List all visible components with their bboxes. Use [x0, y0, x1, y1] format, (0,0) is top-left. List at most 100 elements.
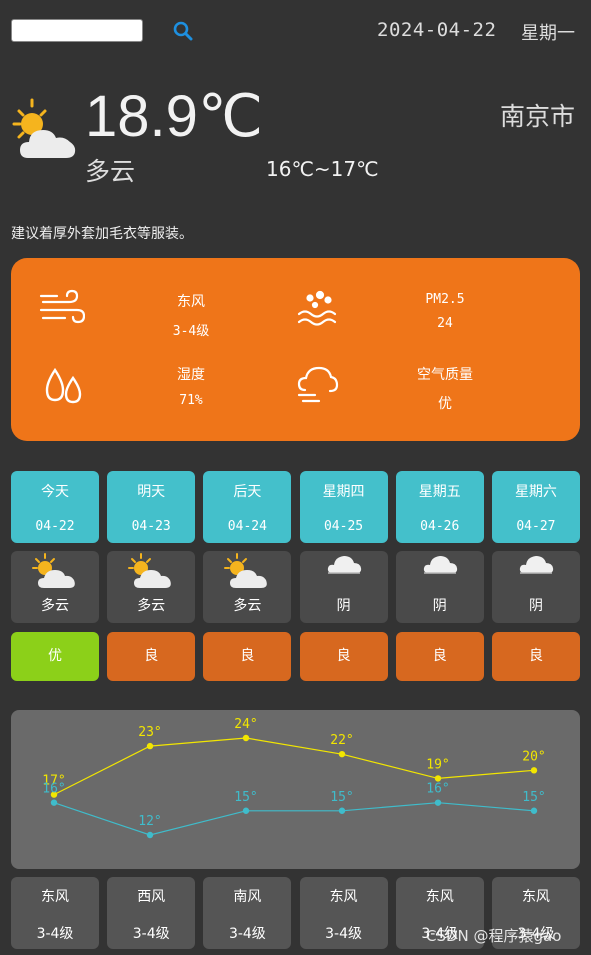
current-temperature: 18.9℃ [85, 84, 264, 149]
weather-label: 阴 [432, 598, 447, 614]
wind-level: 3-4级 [36, 926, 74, 942]
series-0-label: 19° [426, 757, 449, 772]
current-condition: 多云 [85, 157, 136, 186]
day-label: 明天 [137, 484, 166, 500]
forecast-weather-4: 阴 [395, 551, 484, 623]
series-0-point [338, 750, 346, 758]
watermark-text: CSDN @程序猿gao [426, 927, 562, 945]
day-date: 04-24 [227, 519, 267, 534]
forecast-weather-row: 多云 多云 多云 阴 阴 阴 [11, 551, 580, 623]
forecast-weather-1: 多云 [107, 551, 196, 623]
day-date: 04-27 [516, 519, 556, 534]
aqi-badge: 良 [203, 632, 292, 681]
series-0-line [53, 737, 535, 796]
humidity-icon [45, 367, 82, 404]
forecast-weather-5: 阴 [491, 551, 580, 623]
cloudy-icon [519, 556, 554, 574]
wind-direction: 东风 [41, 889, 69, 905]
series-0-label: 23° [138, 725, 161, 740]
forecast-wind-0: 东风 3-4级 [11, 877, 99, 949]
humidity-value: 71% [179, 393, 203, 408]
day-date: 04-26 [420, 519, 460, 534]
wind-level: 3-4级 [325, 926, 362, 942]
search-icon[interactable] [172, 21, 194, 41]
air-quality-info: 空气质量 优 [375, 364, 515, 413]
temperature-chart: 17° 23° 24° 22° 19° 20° 16° 12° 15° 15° 16° 15° [11, 710, 580, 869]
air-quality-value: 优 [438, 396, 452, 412]
air-quality-label: 空气质量 [417, 367, 473, 383]
humidity-info: 湿度 71% [121, 364, 261, 408]
series-0-point [434, 775, 442, 782]
series-1-label: 15° [234, 790, 257, 805]
city-search-input[interactable] [11, 19, 143, 42]
forecast-day-4[interactable]: 星期五 04-26 [395, 471, 484, 543]
series-1-point [146, 831, 154, 839]
series-0-point [146, 742, 154, 750]
day-label: 星期四 [322, 484, 365, 500]
wind-info: 东风 3-4级 [121, 291, 261, 339]
partly-cloudy-icon [32, 553, 75, 588]
forecast-day-2[interactable]: 后天 04-24 [203, 471, 292, 543]
partly-cloudy-icon [224, 553, 268, 588]
forecast-wind-3: 东风 3-4级 [299, 877, 388, 949]
wind-direction: 东风 [425, 889, 454, 905]
forecast-aqi-row: 优 良 良 良 良 良 [11, 632, 580, 681]
cloudy-icon [423, 556, 457, 574]
wind-direction: 西风 [137, 889, 166, 905]
aqi-badge: 优 [11, 632, 99, 681]
series-1-point [434, 799, 442, 806]
series-0-point [530, 767, 538, 774]
wind-icon [39, 289, 85, 324]
series-1-point [50, 799, 58, 806]
aqi-badge: 良 [395, 632, 484, 681]
series-1-point [338, 807, 346, 814]
pm25-label: PM2.5 [425, 292, 465, 307]
series-0-point [242, 734, 250, 742]
forecast-wind-2: 南风 3-4级 [203, 877, 292, 949]
series-1-label: 16° [426, 782, 449, 797]
forecast-day-1[interactable]: 明天 04-23 [107, 471, 196, 543]
forecast-day-0[interactable]: 今天 04-22 [11, 471, 99, 543]
series-0-label: 20° [522, 749, 545, 764]
wind-level: 3-4级 [132, 926, 170, 942]
pm25-value: 24 [437, 316, 453, 331]
aqi-badge: 良 [491, 632, 580, 681]
city-name: 南京市 [500, 102, 576, 131]
series-1-label: 16° [42, 782, 65, 797]
wind-level: 3-4级 [228, 926, 266, 942]
forecast-wind-1: 西风 3-4级 [107, 877, 196, 949]
forecast-day-row: 今天 04-22 明天 04-23 后天 04-24 星期四 04-25 星期五 04-2… [11, 471, 580, 543]
series-1-label: 15° [522, 790, 545, 805]
weather-label: 多云 [137, 598, 166, 614]
current-weekday: 星期一 [521, 23, 575, 44]
day-date: 04-23 [131, 519, 171, 534]
day-label: 后天 [233, 484, 262, 500]
series-1-line [53, 802, 535, 836]
day-date: 04-22 [35, 519, 75, 534]
wind-direction: 东风 [177, 294, 205, 310]
day-date: 04-25 [323, 519, 364, 534]
forecast-weather-3: 阴 [299, 551, 388, 623]
cloudy-icon [327, 556, 361, 574]
forecast-day-5[interactable]: 星期六 04-27 [491, 471, 580, 543]
pm25-info: PM2.5 24 [375, 292, 515, 331]
forecast-day-3[interactable]: 星期四 04-25 [299, 471, 388, 543]
day-label: 星期五 [418, 484, 461, 500]
air-quality-icon [297, 366, 339, 403]
temperature-range: 16℃~17℃ [266, 157, 379, 181]
day-label: 星期六 [514, 484, 557, 500]
day-label: 今天 [41, 484, 69, 500]
current-date: 2024-04-22 [377, 19, 497, 41]
aqi-badge: 良 [299, 632, 388, 681]
clothing-advice: 建议着厚外套加毛衣等服装。 [11, 226, 193, 242]
forecast-weather-0: 多云 [11, 551, 99, 623]
temperature-chart-svg: 17°23°24°22°19°20°16°12°15° 15°16°15° [42, 717, 546, 839]
humidity-label: 湿度 [177, 367, 205, 383]
wind-level: 3-4级 [172, 324, 210, 339]
series-1-point [242, 807, 250, 814]
series-1-label: 12° [138, 814, 161, 829]
wind-direction: 东风 [521, 889, 550, 905]
haze-icon [297, 290, 337, 326]
forecast-weather-2: 多云 [203, 551, 292, 623]
series-1-label: 15° [330, 790, 353, 805]
